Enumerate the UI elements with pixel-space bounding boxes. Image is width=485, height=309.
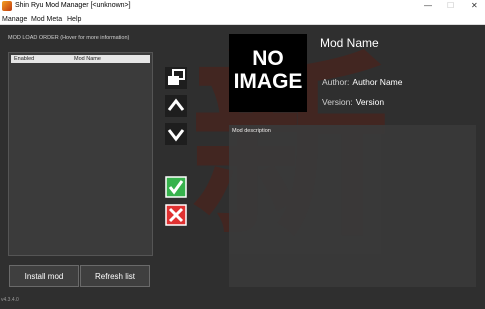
refresh-list-button[interactable]: Refresh list	[80, 265, 150, 287]
move-up-button[interactable]	[165, 95, 187, 117]
install-mod-button[interactable]: Install mod	[9, 265, 79, 287]
maximize-button[interactable]: ☐	[447, 1, 454, 11]
disable-mod-button[interactable]	[165, 204, 187, 226]
no-image-line2: IMAGE	[233, 70, 303, 93]
title-bar: Shin Ryu Mod Manager [<unknown>] — ☐ ✕	[0, 0, 485, 14]
checkmark-icon	[165, 176, 187, 198]
mod-description-label: Mod description	[232, 128, 271, 134]
mod-version-value: Version	[355, 97, 385, 107]
main-panel: 新 MOD LOAD ORDER (Hover for more informa…	[0, 25, 485, 309]
column-enabled[interactable]: Enabled	[14, 55, 34, 63]
window-title: Shin Ryu Mod Manager [<unknown>]	[15, 2, 131, 9]
minimize-button[interactable]: —	[424, 1, 432, 11]
no-image-line1: NO	[252, 47, 284, 70]
author-label: Author:	[322, 77, 350, 87]
author-line: Author: Author Name	[322, 77, 403, 87]
mod-image-placeholder: NO IMAGE	[229, 34, 307, 112]
menu-help[interactable]: Help	[67, 15, 81, 24]
enable-mod-button[interactable]	[165, 176, 187, 198]
move-down-button[interactable]	[165, 123, 187, 145]
menu-manage[interactable]: Manage	[2, 15, 27, 24]
arrow-down-icon	[165, 123, 187, 145]
mod-list[interactable]: Enabled Mod Name	[8, 52, 153, 256]
arrow-up-icon	[165, 95, 187, 117]
reorder-button[interactable]	[165, 67, 187, 89]
column-mod-name[interactable]: Mod Name	[74, 55, 101, 63]
mod-list-header: Enabled Mod Name	[11, 55, 150, 63]
reorder-windows-icon	[165, 67, 187, 89]
x-mark-icon	[165, 204, 187, 226]
mod-load-order-label: MOD LOAD ORDER (Hover for more informati…	[8, 35, 130, 41]
app-logo-icon	[2, 1, 12, 11]
menu-bar: Manage Mod Meta Help	[0, 14, 485, 25]
menu-mod-meta[interactable]: Mod Meta	[31, 15, 62, 24]
version-line: Version: Version	[322, 97, 384, 107]
mod-name-title: Mod Name	[320, 36, 379, 50]
close-button[interactable]: ✕	[471, 1, 478, 11]
mod-description-box: Mod description	[229, 125, 476, 287]
author-value: Author Name	[352, 77, 403, 87]
version-label: v4.3.4.0	[1, 297, 19, 303]
mod-version-label: Version:	[322, 97, 353, 107]
